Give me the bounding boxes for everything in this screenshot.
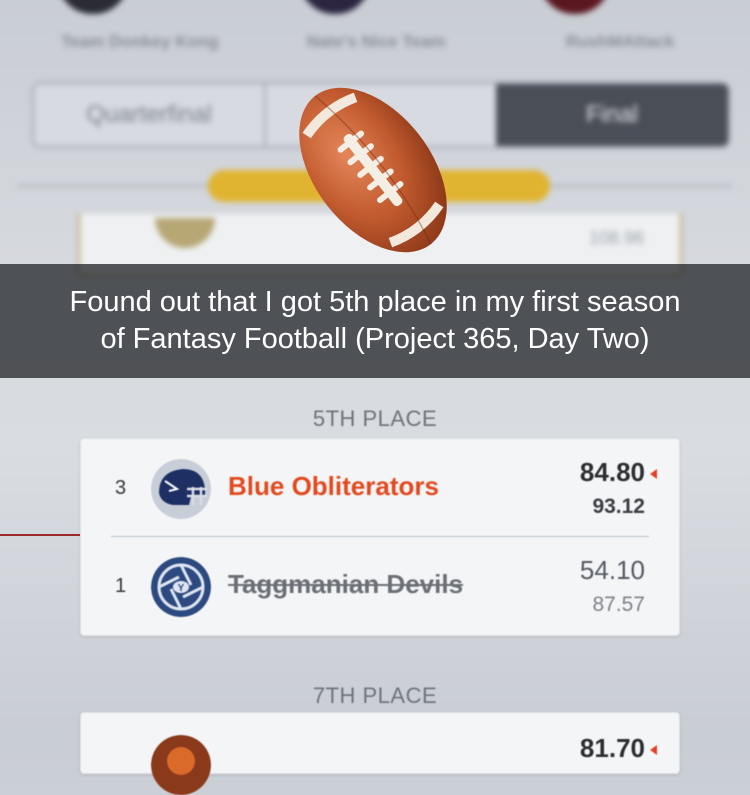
- team-name[interactable]: Nate's Nice Team: [266, 32, 486, 52]
- standings-section: 5TH PLACE 3 Blue Obliterators 84.80 93.1…: [0, 378, 750, 795]
- score: 81.70: [579, 733, 645, 763]
- score: 108.96: [588, 228, 644, 248]
- team-avatars: [0, 0, 750, 20]
- section-title-7th: 7TH PLACE: [312, 683, 438, 708]
- team-logo-icon: [155, 218, 215, 248]
- team-name[interactable]: Blue Obliterators: [228, 471, 439, 502]
- team-avatar[interactable]: [58, 0, 128, 14]
- football-icon: [299, 87, 447, 253]
- winner-arrow-icon: [650, 745, 657, 755]
- tab-final[interactable]: Final: [496, 84, 728, 146]
- winner-arrow-icon: [650, 469, 657, 479]
- caption-line: of Fantasy Football (Project 365, Day Tw…: [100, 323, 650, 355]
- team-name[interactable]: Team Donkey Kong: [30, 32, 250, 52]
- bracket-connector-line: [0, 534, 80, 536]
- projected-score: 87.57: [592, 593, 645, 616]
- team-avatar[interactable]: [300, 0, 370, 14]
- matchup-row-winner[interactable]: 3 Blue Obliterators 84.80 93.12: [81, 439, 679, 535]
- matchup-card-7th[interactable]: 81.70: [80, 712, 680, 795]
- tab-quarterfinal[interactable]: Quarterfinal: [34, 84, 266, 146]
- helmet-logo-icon: [151, 459, 211, 519]
- caption-line: Found out that I got 5th place in my fir…: [69, 286, 681, 318]
- team-logo-icon: [151, 735, 211, 795]
- score: 84.80: [579, 457, 645, 487]
- aperture-logo-icon: Y: [151, 557, 211, 617]
- matchup-row-loser[interactable]: 1 Y Taggmanian Devils 54.10 87.57: [81, 537, 679, 633]
- team-avatar[interactable]: [540, 0, 610, 14]
- matchup-card-5th[interactable]: 3 Blue Obliterators 84.80 93.12 1 Y Tagg…: [80, 438, 680, 636]
- caption-text: Found out that I got 5th place in my fir…: [0, 284, 750, 358]
- projected-score: 93.12: [592, 495, 645, 518]
- team-name[interactable]: RushMAttack: [510, 32, 730, 52]
- section-title-5th: 5TH PLACE: [312, 406, 438, 431]
- team-name[interactable]: Taggmanian Devils: [228, 569, 463, 600]
- score: 54.10: [579, 555, 645, 585]
- svg-text:Y: Y: [178, 583, 185, 594]
- seed-number: 3: [115, 477, 127, 499]
- seed-number: 1: [115, 575, 127, 597]
